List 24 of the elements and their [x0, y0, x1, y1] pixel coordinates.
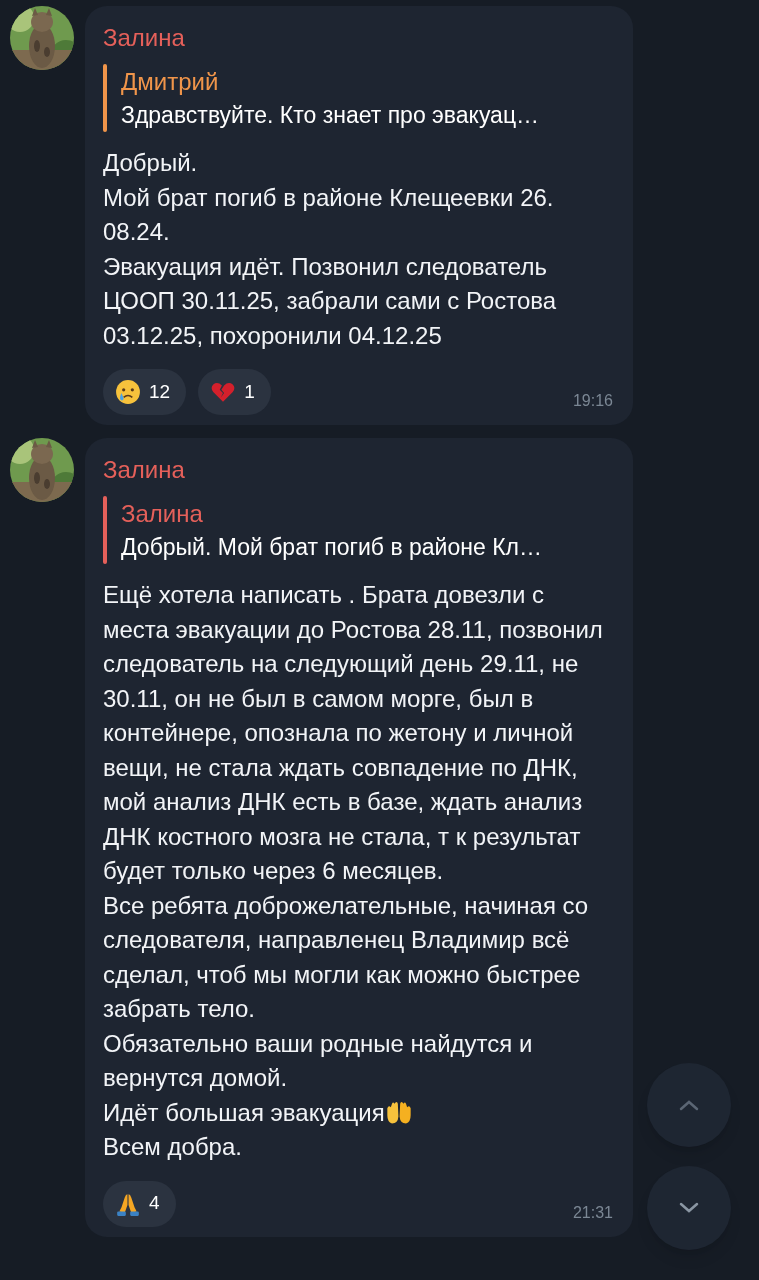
message-text: Обязательно ваши родные найдутся и вернутся домой.: [103, 1028, 534, 1093]
reply-text: Здравствуйте. Кто знает про эвакуац…: [121, 101, 540, 130]
reply-sender: Залина: [121, 499, 204, 529]
reply-sender: Дмитрий: [121, 67, 220, 97]
reply-quote[interactable]: Залина Добрый. Мой брат погиб в районе Кл…: [103, 496, 613, 564]
message-time: 21:31: [572, 1202, 613, 1223]
message-text: Эвакуация идёт. Позвонил следователь ЦООП 30.11.25, забрали сами с Ростова 03.12.25, похоронили 04.12.25: [103, 251, 558, 351]
message-time: 19:16: [572, 391, 613, 411]
reaction-chip[interactable]: 4: [103, 1180, 176, 1227]
sender-name: Залина: [103, 23, 186, 53]
chevron-down-icon: [679, 1202, 699, 1214]
reaction-chip[interactable]: 1: [198, 369, 271, 415]
message-text: Идёт большая эвакуация: [103, 1097, 385, 1128]
message-text: Добрый.: [103, 148, 199, 178]
message-text: Все ребята доброжелательные, начиная со следователя, направленец Владимир всё сделал, чтоб мы могли как можно быстрее забрать тело.: [103, 890, 590, 1024]
reaction-chip[interactable]: 12: [103, 369, 187, 415]
message-text: Ещё хотела написать . Брата довезли с места эвакуации до Ростова 28.11, позвонил следователь на следующий день 29.11, не 30.11, он не был в самом морге, был в контейнере, опознала по жетону и личной вещи, не стала ждать совпадение по ДНК, мой анализ ДНК есть в базе, ждать анализ ДНК костного мозга не стала, т к результат будет только через 6 месяцев.: [103, 580, 604, 886]
chevron-up-icon: [679, 1099, 699, 1111]
reply-text: Добрый. Мой брат погиб в районе Кл…: [121, 533, 542, 562]
message-text: Всем добра.: [103, 1132, 243, 1162]
message-text: Мой брат погиб в районе Клещеевки 26. 08.24.: [103, 182, 555, 247]
crying-face-icon: [115, 379, 141, 405]
sender-name: Залина: [103, 455, 186, 485]
reply-quote[interactable]: Дмитрий Здравствуйте. Кто знает про эвакуац…: [103, 64, 613, 132]
